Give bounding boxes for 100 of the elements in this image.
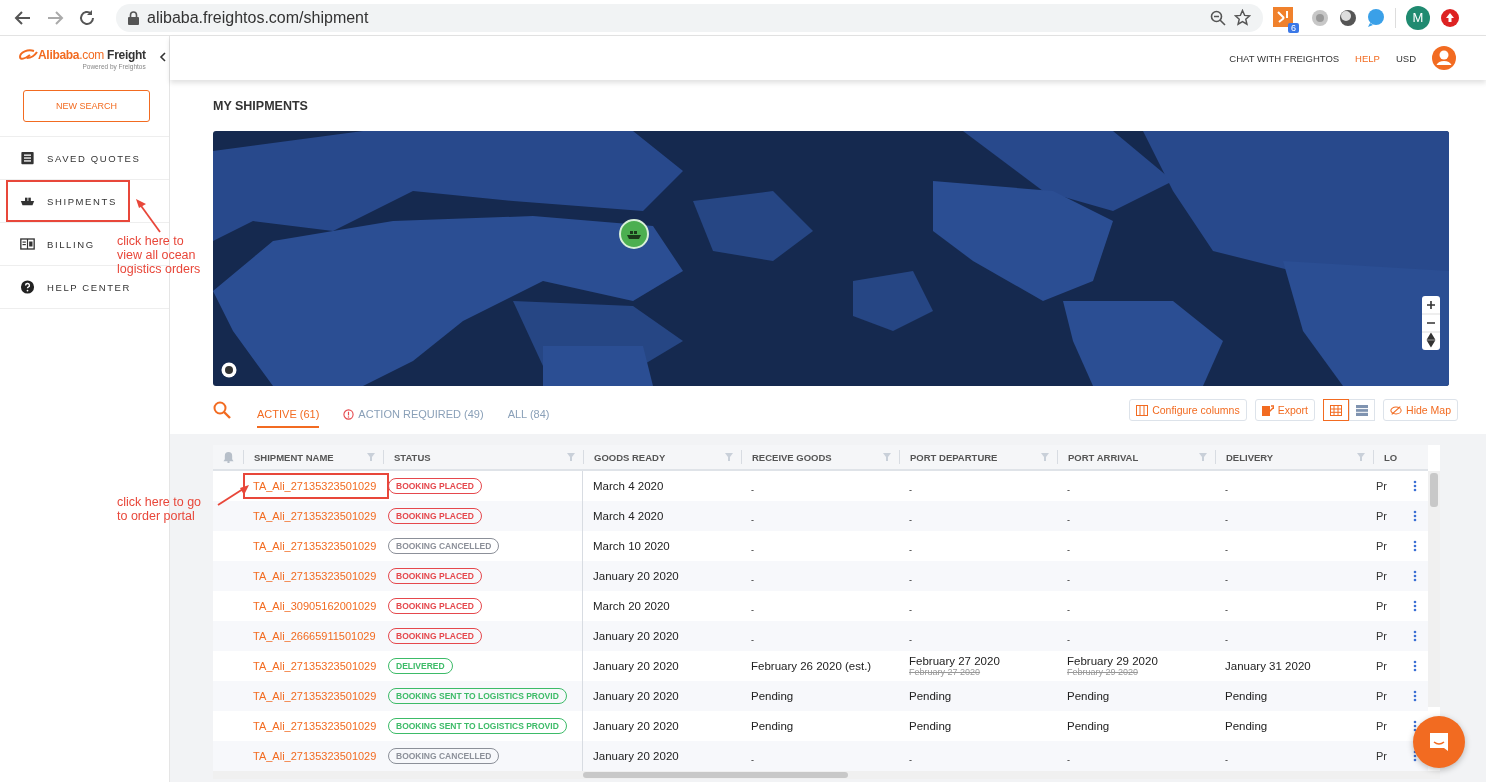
sidebar-item[interactable]: HELP CENTER bbox=[20, 279, 131, 295]
table-cell-text: Pr bbox=[1375, 570, 1388, 582]
user-icon[interactable] bbox=[1432, 46, 1456, 70]
table-cell: - bbox=[1225, 514, 1228, 525]
profile-avatar[interactable]: M bbox=[1406, 5, 1430, 30]
new-search-button[interactable]: NEW SEARCH bbox=[23, 90, 150, 122]
table-cell: - bbox=[1067, 754, 1070, 765]
more-options-icon[interactable] bbox=[1412, 750, 1417, 762]
logo-text[interactable]: Alibaba.com Freight bbox=[18, 48, 146, 62]
table-cell: - bbox=[1067, 544, 1070, 555]
shipment-link[interactable]: TA_Ali_27135323501029 bbox=[253, 750, 377, 762]
column-header[interactable]: LO bbox=[1384, 451, 1398, 463]
filter-tab[interactable]: ACTIVE (61) bbox=[257, 392, 320, 428]
table-cell-text: January 20 2020 bbox=[593, 690, 680, 702]
table-cell: - bbox=[1067, 574, 1070, 585]
extension-icon[interactable] bbox=[1440, 7, 1460, 28]
search-icon[interactable] bbox=[213, 401, 231, 419]
shipment-link[interactable]: TA_Ali_27135323501029 bbox=[253, 690, 377, 702]
ship-marker-icon[interactable] bbox=[619, 219, 649, 249]
table-cell-text: Pending bbox=[751, 720, 795, 732]
shipment-link[interactable]: TA_Ali_26665911501029 bbox=[253, 630, 376, 642]
header-link[interactable]: USD bbox=[1395, 52, 1416, 64]
more-options-icon[interactable] bbox=[1412, 600, 1417, 612]
sidebar-item[interactable]: SAVED QUOTES bbox=[20, 150, 141, 166]
shipment-link[interactable]: TA_Ali_30905162001029 bbox=[253, 600, 377, 612]
configure-columns-button[interactable]: Configure columns bbox=[1129, 399, 1247, 421]
header-link[interactable]: HELP bbox=[1355, 52, 1380, 64]
page-title: MY SHIPMENTS bbox=[213, 99, 309, 113]
more-options-icon[interactable] bbox=[1412, 480, 1417, 492]
table-cell-text: Pr bbox=[1375, 660, 1388, 672]
hide-map-button[interactable]: Hide Map bbox=[1383, 399, 1458, 421]
mapbox-logo-icon bbox=[221, 362, 237, 378]
shipment-link[interactable]: TA_Ali_27135323501029 bbox=[253, 570, 377, 582]
table-cell: - bbox=[909, 484, 912, 495]
column-header[interactable]: DELIVERY bbox=[1226, 451, 1274, 463]
more-options-icon[interactable] bbox=[1412, 510, 1417, 522]
more-options-icon[interactable] bbox=[1412, 690, 1417, 702]
table-cell-text: February 29 2020 bbox=[1067, 655, 1159, 667]
table-cell-text: Pending bbox=[1225, 690, 1269, 702]
collapse-chevron-icon[interactable] bbox=[157, 52, 168, 62]
star-icon[interactable] bbox=[1234, 9, 1251, 26]
table-cell-text: Pending bbox=[751, 690, 795, 702]
notification-badge: 6 bbox=[1288, 22, 1299, 33]
more-options-icon[interactable] bbox=[1412, 570, 1417, 582]
filter-tab[interactable]: ACTION REQUIRED (49) bbox=[343, 392, 484, 428]
sidebar-item[interactable]: SHIPMENTS bbox=[20, 193, 117, 209]
annotation-text: click here to go to order portal bbox=[117, 495, 203, 523]
column-header[interactable]: PORT DEPARTURE bbox=[910, 451, 998, 463]
table-cell: - bbox=[1067, 604, 1070, 615]
table-cell: - bbox=[751, 544, 754, 555]
list-icon bbox=[1356, 404, 1369, 416]
zoom-out-icon[interactable] bbox=[1210, 9, 1226, 26]
table-cell-text: Pr bbox=[1375, 540, 1388, 552]
annotation-arrow bbox=[216, 483, 250, 507]
export-button[interactable]: Export bbox=[1254, 399, 1316, 421]
table-cell: - bbox=[1067, 514, 1070, 525]
scrollbar[interactable] bbox=[1428, 471, 1440, 707]
view-toggle-button[interactable] bbox=[1323, 399, 1350, 421]
invoice-icon bbox=[20, 237, 35, 251]
table-cell: - bbox=[909, 604, 912, 615]
shipment-link[interactable]: TA_Ali_27135323501029 bbox=[253, 480, 377, 492]
shipment-link[interactable]: TA_Ali_27135323501029 bbox=[253, 540, 377, 552]
filter-tab[interactable]: ALL (84) bbox=[507, 392, 550, 428]
sidebar-item[interactable]: BILLING bbox=[20, 236, 95, 252]
table-cell-text: Pr bbox=[1375, 720, 1388, 732]
annotation-text: click here to view all ocean logistics orders bbox=[117, 234, 202, 276]
crossed-eye-icon bbox=[1390, 404, 1403, 416]
shipment-link[interactable]: TA_Ali_27135323501029 bbox=[253, 510, 377, 522]
more-options-icon[interactable] bbox=[1412, 660, 1417, 672]
extension-icon[interactable] bbox=[1339, 8, 1357, 27]
chat-bubble-icon[interactable] bbox=[1367, 8, 1385, 27]
header-link[interactable]: CHAT WITH FREIGHTOS bbox=[1229, 52, 1340, 64]
table-cell-text: Pr bbox=[1375, 480, 1388, 492]
grid-icon bbox=[1330, 404, 1343, 416]
shipment-link[interactable]: TA_Ali_27135323501029 bbox=[253, 660, 377, 672]
address-bar[interactable]: alibaba.freightos.com/shipment bbox=[116, 3, 1263, 32]
shipment-link[interactable]: TA_Ali_27135323501029 bbox=[253, 720, 377, 732]
lock-icon bbox=[128, 10, 139, 25]
column-header[interactable]: PORT ARRIVAL bbox=[1068, 451, 1139, 463]
table-cell-text: January 20 2020 bbox=[593, 630, 680, 642]
table-cell: - bbox=[1225, 574, 1228, 585]
zoom-controls-icon[interactable] bbox=[1422, 296, 1440, 350]
more-options-icon[interactable] bbox=[1412, 630, 1417, 642]
scrollbar[interactable] bbox=[213, 771, 1440, 779]
logo-icon bbox=[18, 49, 38, 60]
table-cell: - bbox=[909, 514, 912, 525]
table-cell-text: March 4 2020 bbox=[593, 510, 665, 522]
table-cell-text: Pr bbox=[1375, 510, 1388, 522]
column-header[interactable]: RECEIVE GOODS bbox=[752, 451, 832, 463]
table-cell: - bbox=[1225, 604, 1228, 615]
column-header[interactable]: GOODS READY bbox=[594, 451, 666, 463]
table-cell-text: Pr bbox=[1375, 690, 1388, 702]
more-options-icon[interactable] bbox=[1412, 720, 1417, 732]
more-options-icon[interactable] bbox=[1412, 540, 1417, 552]
column-header[interactable]: STATUS bbox=[394, 451, 431, 463]
table-cell-text: Pending bbox=[909, 690, 953, 702]
column-header[interactable]: SHIPMENT NAME bbox=[254, 451, 334, 463]
table-cell-text: March 20 2020 bbox=[593, 600, 671, 612]
table-cell: - bbox=[751, 574, 754, 585]
table-cell-text: February 26 2020 (est.) bbox=[751, 660, 873, 672]
